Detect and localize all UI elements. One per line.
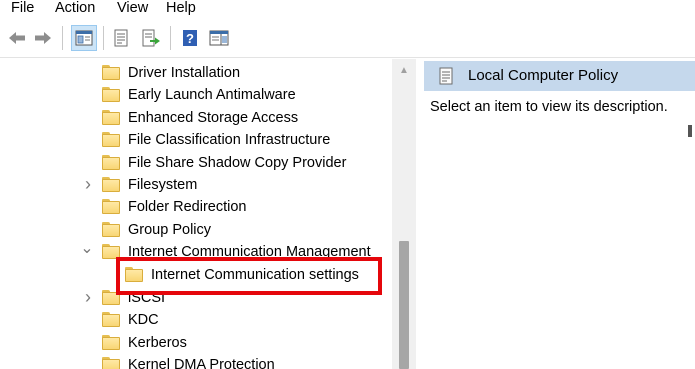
toolbar: ? bbox=[0, 20, 695, 58]
expand-chevron-icon[interactable]: › bbox=[81, 288, 95, 306]
export-list-icon bbox=[142, 29, 160, 47]
svg-text:?: ? bbox=[186, 31, 194, 46]
policy-document-icon bbox=[438, 67, 454, 88]
tree-toggle[interactable] bbox=[80, 110, 94, 126]
folder-icon bbox=[102, 155, 120, 170]
folder-icon bbox=[102, 199, 120, 214]
highlight-box bbox=[116, 257, 382, 295]
tree-toggle[interactable] bbox=[80, 357, 94, 369]
back-button[interactable] bbox=[4, 25, 30, 51]
scroll-thumb[interactable] bbox=[399, 241, 409, 369]
tree-toggle[interactable] bbox=[80, 222, 94, 238]
export-list-button[interactable] bbox=[138, 25, 164, 51]
folder-icon bbox=[102, 357, 120, 369]
tree-toggle[interactable] bbox=[80, 312, 94, 328]
tree-item-label: Folder Redirection bbox=[128, 199, 247, 215]
toolbar-separator bbox=[170, 26, 171, 50]
help-button[interactable]: ? bbox=[177, 25, 203, 51]
description-text: Select an item to view its description. bbox=[430, 99, 668, 115]
tree-item-label: Early Launch Antimalware bbox=[128, 87, 296, 103]
tree-item-label: Driver Installation bbox=[128, 65, 241, 81]
folder-icon bbox=[102, 87, 120, 102]
menu-view[interactable]: View bbox=[117, 0, 148, 20]
folder-icon bbox=[102, 312, 120, 327]
result-pane-header: Local Computer Policy bbox=[424, 61, 695, 91]
menu-bar: File Action View Help bbox=[0, 0, 695, 20]
toolbar-separator bbox=[103, 26, 104, 50]
folder-icon bbox=[102, 65, 120, 80]
tree-toggle[interactable] bbox=[80, 199, 94, 215]
folder-icon bbox=[102, 335, 120, 350]
scroll-up-arrow-icon[interactable]: ▲ bbox=[396, 65, 412, 77]
tree-item[interactable]: Folder Redirection bbox=[0, 196, 392, 218]
folder-icon bbox=[102, 110, 120, 125]
tree-item[interactable]: KDC bbox=[0, 309, 392, 331]
tree-item-label: Group Policy bbox=[128, 222, 212, 238]
tree-item-label: Enhanced Storage Access bbox=[128, 110, 299, 126]
tree-item[interactable]: File Share Shadow Copy Provider bbox=[0, 152, 392, 174]
tree-item[interactable]: Group Policy bbox=[0, 219, 392, 241]
tree-item-label: Filesystem bbox=[128, 177, 198, 193]
tree-item-label: File Share Shadow Copy Provider bbox=[128, 155, 347, 171]
properties-icon bbox=[114, 29, 128, 47]
folder-icon bbox=[102, 132, 120, 147]
tree-item[interactable]: Early Launch Antimalware bbox=[0, 84, 392, 106]
tree-scrollbar[interactable]: ▲ bbox=[392, 59, 416, 369]
tree-toggle[interactable] bbox=[80, 132, 94, 148]
tree-toggle[interactable] bbox=[80, 335, 94, 351]
tree-item-label: Kerberos bbox=[128, 335, 187, 351]
tree-item[interactable]: Enhanced Storage Access bbox=[0, 107, 392, 129]
tree-item[interactable]: File Classification Infrastructure bbox=[0, 129, 392, 151]
properties-button[interactable] bbox=[108, 25, 134, 51]
show-hide-action-pane-icon bbox=[209, 30, 229, 46]
menu-help[interactable]: Help bbox=[166, 0, 196, 20]
tree-item-label: KDC bbox=[128, 312, 159, 328]
tree-toggle[interactable] bbox=[80, 65, 94, 81]
right-scrollbar-mark bbox=[688, 125, 692, 137]
menu-file[interactable]: File bbox=[11, 0, 34, 20]
tree-item-label: Kernel DMA Protection bbox=[128, 357, 275, 369]
tree-item[interactable]: Driver Installation bbox=[0, 62, 392, 84]
tree-item[interactable]: › Filesystem bbox=[0, 174, 392, 196]
folder-icon bbox=[102, 222, 120, 237]
collapse-chevron-icon[interactable]: ⌄ bbox=[80, 241, 94, 260]
show-hide-action-pane-button[interactable] bbox=[206, 25, 232, 51]
help-icon: ? bbox=[183, 30, 197, 46]
tree-item[interactable]: Kerberos bbox=[0, 332, 392, 354]
show-hide-console-tree-button[interactable] bbox=[71, 25, 97, 51]
tree-toggle[interactable] bbox=[80, 87, 94, 103]
toolbar-separator bbox=[62, 26, 63, 50]
menu-action[interactable]: Action bbox=[55, 0, 95, 20]
tree-item[interactable]: Kernel DMA Protection bbox=[0, 354, 392, 369]
forward-arrow-icon bbox=[35, 32, 51, 44]
back-arrow-icon bbox=[9, 32, 25, 44]
tree-item-label: File Classification Infrastructure bbox=[128, 132, 331, 148]
expand-chevron-icon[interactable]: › bbox=[81, 175, 95, 193]
result-pane-title: Local Computer Policy bbox=[468, 67, 619, 84]
console-tree: Driver Installation Early Launch Antimal… bbox=[0, 59, 416, 369]
forward-button[interactable] bbox=[30, 25, 56, 51]
result-pane: Local Computer Policy Select an item to … bbox=[420, 59, 695, 369]
tree-toggle[interactable] bbox=[80, 155, 94, 171]
show-hide-console-tree-icon bbox=[75, 30, 93, 46]
folder-icon bbox=[102, 177, 120, 192]
